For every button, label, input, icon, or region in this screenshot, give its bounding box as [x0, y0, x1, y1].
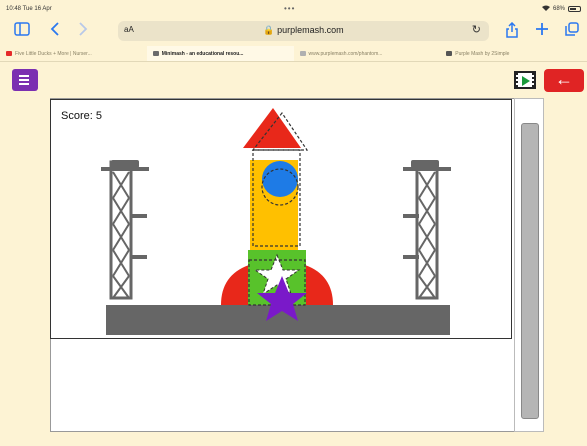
address-bar[interactable]: aA 🔒 purplemash.com ↻ [118, 21, 489, 41]
tab-strip: Five Little Ducks + More | Nurser... Min… [0, 46, 587, 62]
battery-percent: 68% [552, 6, 565, 12]
rocket-scene [101, 108, 451, 335]
page-icon [446, 51, 453, 56]
tab-minimash[interactable]: Minimash - an educational resou... [146, 46, 294, 61]
youtube-icon [6, 51, 12, 56]
tab-label: Minimash - an educational resou... [161, 51, 244, 57]
multitask-dots[interactable]: ••• [284, 4, 295, 13]
share-icon[interactable] [506, 21, 518, 42]
menu-icon [19, 75, 29, 77]
tab-purple-mash[interactable]: Purple Mash by 2Simple [440, 46, 587, 61]
tab-five-little-ducks[interactable]: Five Little Ducks + More | Nurser... [0, 46, 147, 61]
bottom-safe-area [0, 432, 587, 446]
rocket-window[interactable] [262, 161, 298, 197]
tab-label: Five Little Ducks + More | Nurser... [15, 51, 92, 57]
tabs-overview-icon[interactable] [565, 22, 579, 40]
tab-label: Purple Mash by 2Simple [455, 51, 510, 57]
tab-phantom[interactable]: www.purplemash.com/phantom... [294, 46, 441, 61]
reload-icon[interactable]: ↻ [472, 23, 481, 36]
battery-icon [568, 6, 581, 12]
tab-label: www.purplemash.com/phantom... [308, 51, 383, 57]
back-button[interactable]: ← [544, 69, 584, 92]
left-tower [101, 160, 149, 300]
back-nav-icon[interactable] [50, 22, 60, 40]
status-bar: 10:48 Tue 16 Apr ••• 68% [0, 0, 587, 18]
right-tower [403, 160, 451, 300]
url-text[interactable]: 🔒 purplemash.com [118, 25, 489, 36]
menu-button[interactable] [12, 69, 38, 91]
play-video-icon [522, 76, 530, 86]
status-right: 68% [541, 5, 581, 13]
app-toolbar: ← [0, 63, 587, 97]
menu-icon-line [19, 79, 29, 81]
page-icon [152, 51, 159, 56]
game-stage[interactable]: Score: 5 [50, 99, 512, 339]
browser-toolbar: aA 🔒 purplemash.com ↻ [0, 18, 587, 44]
sidebar-toggle-icon[interactable] [14, 22, 30, 40]
status-time: 10:48 Tue 16 Apr [6, 6, 52, 12]
globe-icon [299, 51, 306, 56]
menu-icon-line [19, 83, 29, 85]
new-tab-icon[interactable] [535, 22, 549, 40]
play-video-button[interactable] [514, 71, 536, 89]
forward-nav-icon[interactable] [78, 22, 88, 40]
scrollbar-thumb[interactable] [521, 123, 539, 419]
wifi-icon [541, 5, 550, 13]
